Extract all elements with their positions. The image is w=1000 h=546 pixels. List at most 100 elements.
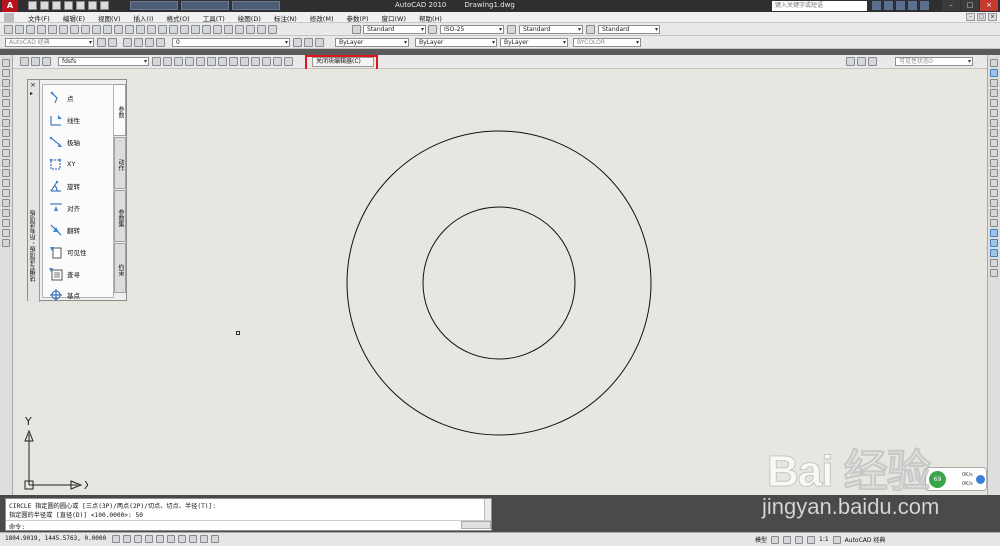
layer-previous-icon[interactable] <box>304 38 313 47</box>
visibility-icon[interactable] <box>240 57 249 66</box>
layer-select[interactable]: 0 <box>172 38 290 47</box>
define-attribute-icon[interactable] <box>163 57 172 66</box>
spline-edit-icon[interactable] <box>990 259 998 267</box>
break-icon[interactable] <box>990 179 998 187</box>
search-input[interactable]: 键入关键字或短语 <box>772 1 867 11</box>
accelerate-icon[interactable] <box>976 475 985 484</box>
menu-help[interactable]: 帮助(H) <box>419 13 442 23</box>
hide-constraints-icon[interactable] <box>218 57 227 66</box>
object-snap-tracking-icon[interactable] <box>167 535 175 543</box>
help-icon[interactable] <box>920 1 929 10</box>
undo-icon[interactable] <box>64 1 73 10</box>
pan-icon[interactable] <box>158 25 167 34</box>
ellipse-arc-icon[interactable] <box>2 159 10 167</box>
color-select[interactable]: ByLayer <box>335 38 409 47</box>
layer-state-icon[interactable] <box>315 38 324 47</box>
palette-item-xy[interactable]: XY <box>49 157 75 171</box>
make-invisible-icon[interactable] <box>251 57 260 66</box>
taskbar-tab[interactable] <box>181 1 229 10</box>
point-icon[interactable] <box>2 189 10 197</box>
taskbar-tab[interactable] <box>232 1 280 10</box>
stretch-icon[interactable] <box>990 139 998 147</box>
workspace-select[interactable]: AutoCAD 经典 <box>5 38 94 47</box>
help-icon[interactable] <box>268 25 277 34</box>
quick-properties-icon[interactable] <box>211 535 219 543</box>
tool-palettes-icon[interactable] <box>224 25 233 34</box>
layer-on-icon[interactable] <box>134 38 143 47</box>
construction-line-icon[interactable] <box>2 69 10 77</box>
menu-view[interactable]: 视图(V) <box>98 13 121 23</box>
palette-item-visibility[interactable]: 可见性 <box>49 245 87 259</box>
visibility-state-select[interactable]: 可见性状态0 <box>895 57 973 66</box>
tab-parameters[interactable]: 参数 <box>114 84 126 136</box>
join-icon[interactable] <box>990 189 998 197</box>
test-block-icon[interactable] <box>196 57 205 66</box>
redo-icon[interactable] <box>147 25 156 34</box>
palette-close-icon[interactable]: × <box>30 81 36 89</box>
preview-icon[interactable] <box>48 25 57 34</box>
object-snap-icon[interactable] <box>156 535 164 543</box>
insert-block-icon[interactable] <box>2 169 10 177</box>
menu-draw[interactable]: 绘图(D) <box>238 13 261 23</box>
workspace-icon[interactable] <box>100 1 109 10</box>
palette-item-alignment[interactable]: 对齐 <box>49 201 80 215</box>
snap-mode-icon[interactable] <box>112 535 120 543</box>
menu-file[interactable]: 文件(F) <box>28 13 50 23</box>
gradient-icon[interactable] <box>2 209 10 217</box>
text-edit-icon[interactable] <box>990 269 998 277</box>
make-visible-icon[interactable] <box>262 57 271 66</box>
polyline-icon[interactable] <box>2 79 10 87</box>
multileader-style-select[interactable]: Standard <box>598 25 660 34</box>
doc-restore-icon[interactable]: □ <box>977 13 986 21</box>
save-icon[interactable] <box>26 25 35 34</box>
match-properties-icon[interactable] <box>114 25 123 34</box>
block-editor-icon[interactable] <box>125 25 134 34</box>
zoom-realtime-icon[interactable] <box>169 25 178 34</box>
palette-item-linear[interactable]: 线性 <box>49 113 80 127</box>
search-icon[interactable] <box>872 1 881 10</box>
grid-display-icon[interactable] <box>123 535 131 543</box>
constraint-icon[interactable] <box>207 57 216 66</box>
palette-item-basepoint[interactable]: 基点 <box>49 288 80 302</box>
plot-icon[interactable] <box>88 1 97 10</box>
outer-circle[interactable] <box>346 130 652 436</box>
mirror-icon[interactable] <box>990 79 998 87</box>
menu-modify[interactable]: 修改(M) <box>310 13 334 23</box>
line-icon[interactable] <box>2 59 10 67</box>
spline-icon[interactable] <box>2 139 10 147</box>
circle-icon[interactable] <box>2 119 10 127</box>
3d-dwf-icon[interactable] <box>70 25 79 34</box>
polar-tracking-icon[interactable] <box>145 535 153 543</box>
menu-dimension[interactable]: 标注(N) <box>274 13 297 23</box>
attributes-icon[interactable] <box>284 57 293 66</box>
zoom-previous-icon[interactable] <box>191 25 200 34</box>
rectangle-icon[interactable] <box>2 99 10 107</box>
chamfer-icon[interactable] <box>990 199 998 207</box>
palette-item-polar[interactable]: 极轴 <box>49 135 80 149</box>
copy-icon[interactable] <box>92 25 101 34</box>
open-file-icon[interactable] <box>40 1 49 10</box>
rotate-icon[interactable] <box>990 119 998 127</box>
command-prompt[interactable]: 命令: <box>9 522 25 531</box>
layer-lock-icon[interactable] <box>156 38 165 47</box>
edit-block-icon[interactable] <box>20 57 29 66</box>
plotstyle-select[interactable]: BYCOLOR <box>573 38 641 47</box>
revision-cloud-icon[interactable] <box>2 129 10 137</box>
taskbar-tab[interactable] <box>130 1 178 10</box>
tab-constraints[interactable]: 约束 <box>114 243 126 293</box>
table-style-icon[interactable] <box>507 25 516 34</box>
fillet-icon[interactable] <box>990 209 998 217</box>
maximize-icon[interactable]: □ <box>961 0 979 11</box>
qnew-icon[interactable] <box>4 25 13 34</box>
design-center-icon[interactable] <box>213 25 222 34</box>
make-block-icon[interactable] <box>2 179 10 187</box>
polygon-icon[interactable] <box>2 89 10 97</box>
new-file-icon[interactable] <box>28 1 37 10</box>
region-icon[interactable] <box>2 219 10 227</box>
pedit-icon[interactable] <box>990 249 998 257</box>
inner-circle[interactable] <box>422 206 576 360</box>
multileader-style-icon[interactable] <box>586 25 595 34</box>
linetype-select[interactable]: ByLayer <box>415 38 497 47</box>
tab-actions[interactable]: 动作 <box>114 137 126 189</box>
extend-icon[interactable] <box>990 159 998 167</box>
